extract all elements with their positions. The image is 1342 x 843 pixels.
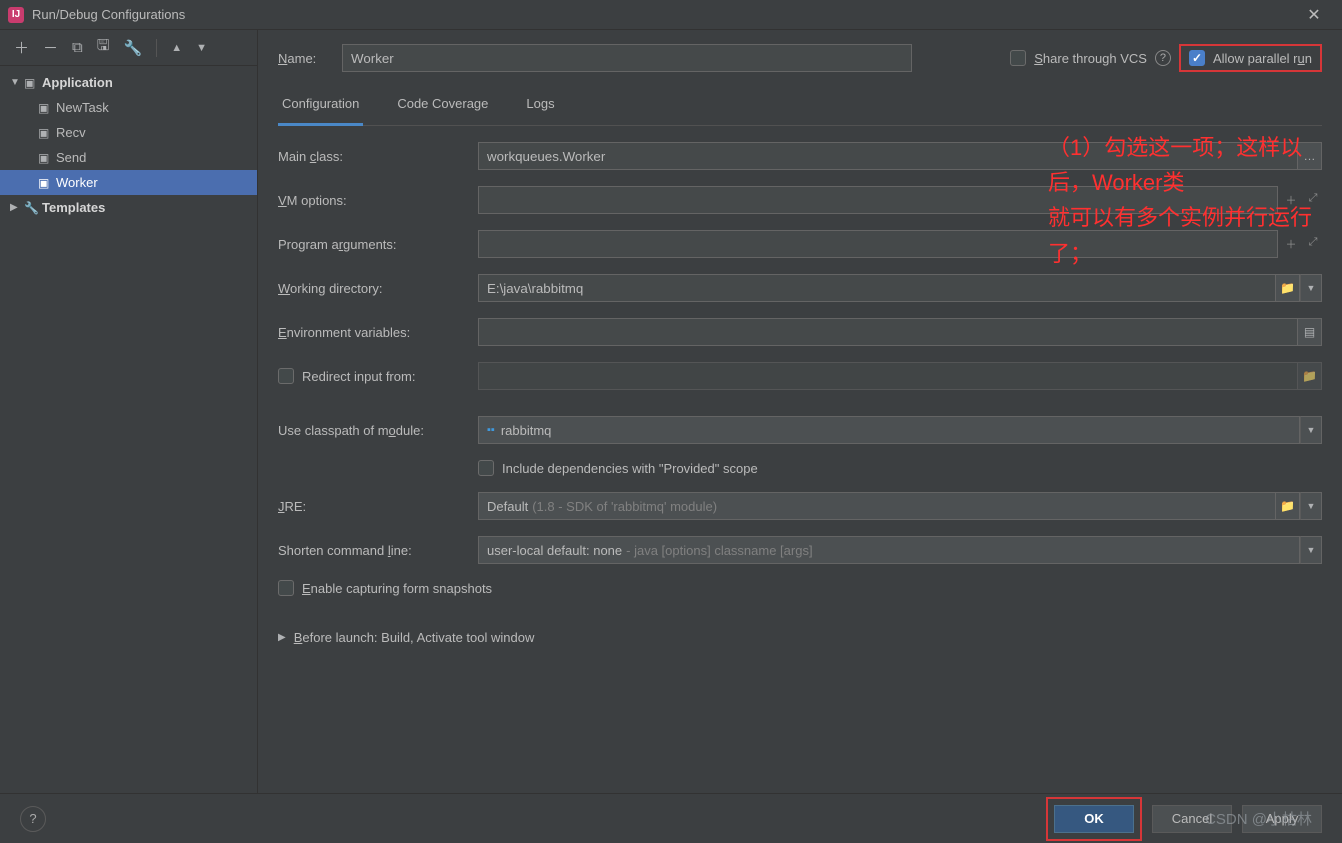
run-config-icon: ▣ bbox=[38, 151, 56, 165]
up-icon[interactable]: ▲ bbox=[171, 42, 182, 54]
tree-node-worker[interactable]: ▣ Worker bbox=[0, 170, 257, 195]
browse-class-button[interactable]: … bbox=[1298, 142, 1322, 170]
browse-folder-button[interactable]: 📁 bbox=[1276, 274, 1300, 302]
redirect-input-field[interactable] bbox=[478, 362, 1298, 390]
separator bbox=[156, 39, 157, 57]
name-row: Name: Share through VCS ? ✓ Allow parall… bbox=[278, 44, 1322, 72]
working-dir-input[interactable] bbox=[478, 274, 1276, 302]
node-label: Send bbox=[56, 150, 86, 165]
dialog-footer: ? OK Cancel Apply bbox=[0, 793, 1342, 843]
enable-snapshots-label: Enable capturing form snapshots bbox=[302, 581, 492, 596]
collapse-icon[interactable]: ▼ bbox=[10, 77, 24, 88]
enable-snapshots-checkbox[interactable] bbox=[278, 580, 294, 596]
include-provided-checkbox[interactable] bbox=[478, 460, 494, 476]
browse-jre-button[interactable]: 📁 bbox=[1276, 492, 1300, 520]
classpath-select[interactable]: ▪▪ rabbitmq bbox=[478, 416, 1300, 444]
wrench-icon[interactable]: 🔧 bbox=[124, 39, 143, 57]
vm-options-input[interactable] bbox=[478, 186, 1278, 214]
env-vars-input[interactable] bbox=[478, 318, 1298, 346]
application-icon: ▣ bbox=[24, 76, 42, 90]
share-vcs-label: Share through VCS bbox=[1034, 51, 1147, 66]
sidebar: ＋ － ⧉ 🖫 🔧 ▲ ▼ ▼ ▣ Application ▣ NewTask … bbox=[0, 30, 258, 793]
tabs: Configuration Code Coverage Logs bbox=[278, 86, 1322, 126]
tree-node-recv[interactable]: ▣ Recv bbox=[0, 120, 257, 145]
tree-node-application[interactable]: ▼ ▣ Application bbox=[0, 70, 257, 95]
redirect-input-checkbox[interactable] bbox=[278, 368, 294, 384]
config-panel: Name: Share through VCS ? ✓ Allow parall… bbox=[258, 30, 1342, 793]
tree-node-newtask[interactable]: ▣ NewTask bbox=[0, 95, 257, 120]
help-icon[interactable]: ? bbox=[1155, 50, 1171, 66]
expand-icon[interactable]: ＋ bbox=[1282, 192, 1300, 208]
main-class-label: Main class: bbox=[278, 149, 478, 164]
browse-file-button[interactable]: 📁 bbox=[1298, 362, 1322, 390]
share-vcs-checkbox[interactable] bbox=[1010, 50, 1026, 66]
node-label: Application bbox=[42, 75, 113, 90]
expand-icon[interactable]: ▶ bbox=[10, 202, 24, 213]
window-title: Run/Debug Configurations bbox=[32, 7, 1294, 22]
include-provided-label: Include dependencies with "Provided" sco… bbox=[502, 461, 758, 476]
tab-configuration[interactable]: Configuration bbox=[278, 86, 363, 126]
shorten-select[interactable]: user-local default: none - java [options… bbox=[478, 536, 1300, 564]
ok-button[interactable]: OK bbox=[1054, 805, 1134, 833]
wrench-icon: 🔧 bbox=[24, 201, 42, 215]
main-class-input[interactable] bbox=[478, 142, 1298, 170]
fullscreen-icon[interactable]: ⤢ bbox=[1304, 236, 1322, 252]
fullscreen-icon[interactable]: ⤢ bbox=[1304, 192, 1322, 208]
tab-code-coverage[interactable]: Code Coverage bbox=[393, 86, 492, 125]
shorten-label: Shorten command line: bbox=[278, 543, 478, 558]
remove-icon[interactable]: － bbox=[43, 37, 58, 58]
tree-node-send[interactable]: ▣ Send bbox=[0, 145, 257, 170]
add-icon[interactable]: ＋ bbox=[14, 37, 29, 58]
run-config-icon: ▣ bbox=[38, 126, 56, 140]
before-launch-section[interactable]: ▶ Before launch: Build, Activate tool wi… bbox=[278, 630, 1322, 645]
help-button[interactable]: ? bbox=[20, 806, 46, 832]
node-label: Worker bbox=[56, 175, 98, 190]
allow-parallel-checkbox[interactable]: ✓ bbox=[1189, 50, 1205, 66]
program-args-label: Program arguments: bbox=[278, 237, 478, 252]
allow-parallel-label: Allow parallel run bbox=[1213, 51, 1312, 66]
copy-icon[interactable]: ⧉ bbox=[72, 39, 83, 56]
jre-label: JRE: bbox=[278, 499, 478, 514]
name-label: Name: bbox=[278, 51, 330, 66]
before-launch-label: Before launch: Build, Activate tool wind… bbox=[294, 630, 535, 645]
app-icon: IJ bbox=[8, 7, 24, 23]
tree-node-templates[interactable]: ▶ 🔧 Templates bbox=[0, 195, 257, 220]
node-label: Recv bbox=[56, 125, 86, 140]
annotation-highlight-box-2: OK bbox=[1046, 797, 1142, 841]
expand-icon[interactable]: ▶ bbox=[278, 632, 286, 643]
env-vars-label: Environment variables: bbox=[278, 325, 478, 340]
tab-logs[interactable]: Logs bbox=[522, 86, 558, 125]
run-config-icon: ▣ bbox=[38, 101, 56, 115]
module-icon: ▪▪ bbox=[487, 424, 495, 436]
name-input[interactable] bbox=[342, 44, 912, 72]
node-label: Templates bbox=[42, 200, 105, 215]
close-button[interactable]: ✕ bbox=[1294, 5, 1334, 25]
save-icon[interactable]: 🖫 bbox=[97, 35, 110, 60]
title-bar: IJ Run/Debug Configurations ✕ bbox=[0, 0, 1342, 30]
working-dir-label: Working directory: bbox=[278, 281, 478, 296]
edit-env-button[interactable]: ▤ bbox=[1298, 318, 1322, 346]
classpath-label: Use classpath of module: bbox=[278, 423, 478, 438]
watermark: CSDN @小枯林 bbox=[1205, 808, 1312, 829]
expand-icon[interactable]: ＋ bbox=[1282, 236, 1300, 252]
vm-options-label: VM options: bbox=[278, 193, 478, 208]
redirect-input-label: Redirect input from: bbox=[278, 368, 478, 384]
dropdown-icon[interactable]: ▼ bbox=[1300, 416, 1322, 444]
sidebar-toolbar: ＋ － ⧉ 🖫 🔧 ▲ ▼ bbox=[0, 30, 257, 66]
dropdown-icon[interactable]: ▼ bbox=[1300, 274, 1322, 302]
program-args-input[interactable] bbox=[478, 230, 1278, 258]
annotation-highlight-box: ✓ Allow parallel run bbox=[1179, 44, 1322, 72]
dropdown-icon[interactable]: ▼ bbox=[1300, 492, 1322, 520]
config-form: Main class: … VM options: ＋ ⤢ Program ar bbox=[278, 142, 1322, 596]
down-icon[interactable]: ▼ bbox=[196, 42, 207, 54]
node-label: NewTask bbox=[56, 100, 109, 115]
config-tree: ▼ ▣ Application ▣ NewTask ▣ Recv ▣ Send … bbox=[0, 66, 257, 220]
run-config-icon: ▣ bbox=[38, 176, 56, 190]
dropdown-icon[interactable]: ▼ bbox=[1300, 536, 1322, 564]
jre-select[interactable]: Default (1.8 - SDK of 'rabbitmq' module) bbox=[478, 492, 1276, 520]
